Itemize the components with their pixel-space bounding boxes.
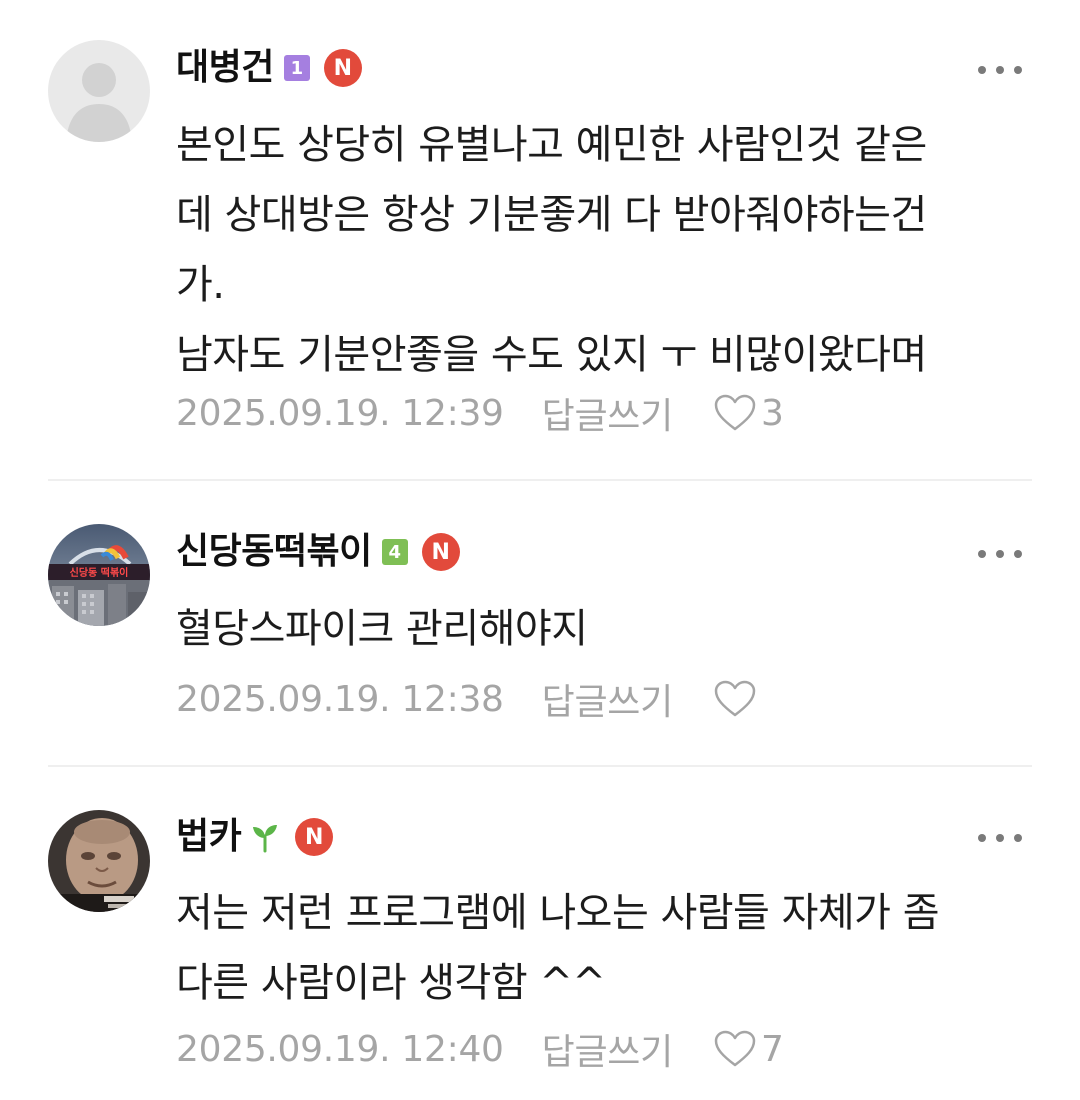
sign-text: 신당동 떡볶이	[70, 566, 129, 579]
comment-meta: 2025.09.19. 12:39 답글쓰기 3	[176, 388, 784, 438]
level-badge: 4	[381, 539, 408, 565]
comment-line: 데 상대방은 항상 기분좋게 다 받아줘야하는건	[176, 192, 927, 238]
comment-date: 2025.09.19. 12:39	[176, 392, 504, 434]
comment-line: 혈당스파이크 관리해야지	[176, 606, 588, 652]
comment-line: 다른 사람이라 생각함 ^^	[176, 960, 606, 1006]
avatar[interactable]	[48, 40, 150, 142]
author-name[interactable]: 신당동떡볶이	[176, 530, 372, 574]
author-row: 신당동떡볶이 4 N	[176, 530, 460, 574]
reply-button[interactable]: 답글쓰기	[542, 673, 674, 725]
comment-line: 본인도 상당히 유별나고 예민한 사람인것 같은	[176, 122, 927, 168]
comment-line: 가.	[176, 262, 225, 308]
new-badge: N	[295, 818, 334, 856]
divider	[48, 765, 1032, 767]
author-name[interactable]: 법카	[176, 815, 242, 859]
more-options-button[interactable]	[978, 60, 1022, 80]
comment-text: 혈당스파이크 관리해야지	[176, 594, 1036, 664]
photo-avatar-sign-icon: 신당동 떡볶이	[48, 524, 150, 626]
more-options-button[interactable]	[978, 828, 1022, 848]
more-dots-icon	[978, 834, 986, 842]
heart-outline-icon	[714, 1030, 756, 1067]
author-row: 대병건 1 N	[176, 46, 362, 90]
like-button[interactable]: 7	[713, 1029, 784, 1070]
reply-button[interactable]: 답글쓰기	[542, 1023, 674, 1075]
heart-outline-icon	[714, 394, 756, 431]
more-options-button[interactable]	[978, 544, 1022, 564]
comment-meta: 2025.09.19. 12:38 답글쓰기	[176, 674, 761, 724]
comment-date: 2025.09.19. 12:38	[176, 678, 504, 720]
author-name[interactable]: 대병건	[176, 46, 274, 90]
reply-button[interactable]: 답글쓰기	[542, 387, 674, 439]
author-row: 법카 N	[176, 815, 334, 859]
comment-text: 본인도 상당히 유별나고 예민한 사람인것 같은 데 상대방은 항상 기분좋게 …	[176, 110, 1036, 390]
avatar[interactable]	[48, 810, 150, 912]
default-avatar-icon	[48, 40, 150, 142]
comment-line: 저는 저런 프로그램에 나오는 사람들 자체가 좀	[176, 890, 940, 936]
heart-outline-icon	[714, 680, 756, 717]
photo-avatar-person-icon	[48, 810, 150, 912]
more-dots-icon	[978, 66, 986, 74]
comment-meta: 2025.09.19. 12:40 답글쓰기 7	[176, 1024, 784, 1074]
sprout-icon	[249, 821, 281, 853]
like-button[interactable]: 3	[713, 393, 784, 434]
comment-date: 2025.09.19. 12:40	[176, 1028, 504, 1070]
like-button[interactable]	[713, 679, 761, 719]
new-badge: N	[421, 533, 460, 571]
level-badge: 1	[283, 55, 310, 81]
more-dots-icon	[978, 550, 986, 558]
avatar[interactable]: 신당동 떡볶이	[48, 524, 150, 626]
divider	[48, 479, 1032, 481]
like-count: 3	[760, 392, 784, 434]
new-badge: N	[323, 49, 362, 87]
comment-line: 남자도 기분안좋을 수도 있지 ㅜ 비많이왔다며	[176, 332, 927, 378]
comment-text: 저는 저런 프로그램에 나오는 사람들 자체가 좀 다른 사람이라 생각함 ^^	[176, 878, 1036, 1018]
like-count: 7	[760, 1028, 784, 1070]
